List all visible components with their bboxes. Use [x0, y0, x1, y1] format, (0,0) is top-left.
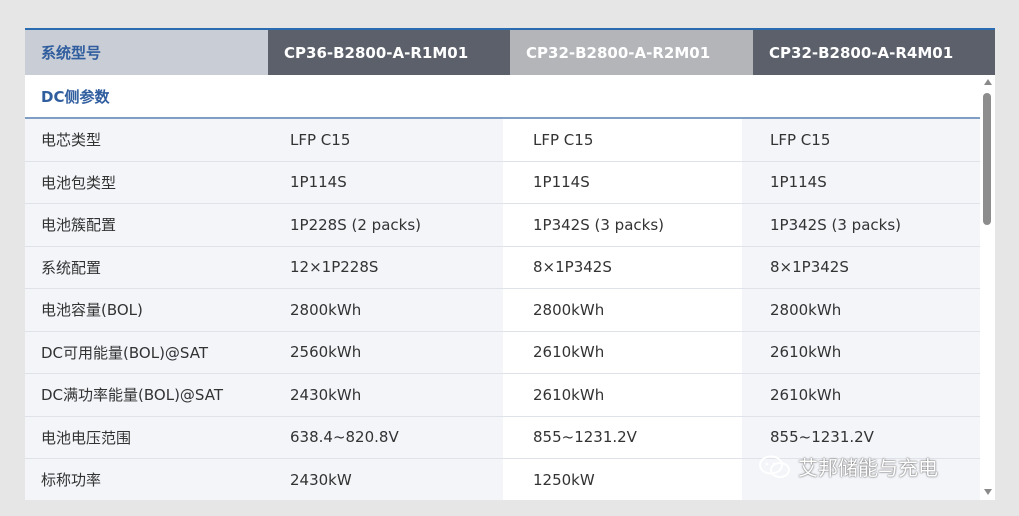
- row-value-model-1: 1P228S (2 packs): [264, 204, 503, 246]
- section-title-dc: DC侧参数: [25, 75, 980, 119]
- table-row: 电池簇配置 1P228S (2 packs) 1P342S (3 packs) …: [25, 204, 980, 247]
- row-value-model-3: 1P342S (3 packs): [742, 204, 980, 246]
- row-value-model-1: 2800kWh: [264, 289, 503, 331]
- row-value-model-3: 1P114S: [742, 161, 980, 203]
- row-value-model-1: 1P114S: [264, 161, 503, 203]
- row-label: 电池电压范围: [25, 416, 264, 458]
- row-value-model-1: LFP C15: [264, 119, 503, 161]
- header-model-1[interactable]: CP36-B2800-A-R1M01: [268, 30, 510, 75]
- row-value-model-3: 8×1P342S: [742, 246, 980, 288]
- row-value-model-2: 855~1231.2V: [503, 416, 742, 458]
- vertical-scrollbar[interactable]: [980, 75, 995, 500]
- row-value-model-2: 2610kWh: [503, 331, 742, 373]
- row-label: 电池簇配置: [25, 204, 264, 246]
- scrollbar-thumb[interactable]: [983, 93, 991, 225]
- table-row: 电池容量(BOL) 2800kWh 2800kWh 2800kWh: [25, 289, 980, 332]
- watermark: 艾邦储能与充电: [758, 452, 938, 481]
- row-value-model-2: 8×1P342S: [503, 246, 742, 288]
- row-value-model-3: LFP C15: [742, 119, 980, 161]
- table-row: 电芯类型 LFP C15 LFP C15 LFP C15: [25, 119, 980, 162]
- scroll-down-arrow-icon[interactable]: [984, 489, 992, 495]
- table-body: 电芯类型 LFP C15 LFP C15 LFP C15 电池包类型 1P114…: [25, 119, 980, 500]
- row-value-model-1: 2560kWh: [264, 331, 503, 373]
- row-value-model-2: 2800kWh: [503, 289, 742, 331]
- row-value-model-1: 2430kWh: [264, 374, 503, 416]
- row-value-model-3: 2610kWh: [742, 331, 980, 373]
- table-row: DC可用能量(BOL)@SAT 2560kWh 2610kWh 2610kWh: [25, 331, 980, 374]
- row-label: 电池容量(BOL): [25, 289, 264, 331]
- header-model-1-text: CP36-B2800-A-R1M01: [284, 43, 469, 62]
- row-value-model-3: 2800kWh: [742, 289, 980, 331]
- header-label-cell: 系统型号: [25, 30, 268, 75]
- row-value-model-2: 1P114S: [503, 161, 742, 203]
- table-row: 系统配置 12×1P228S 8×1P342S 8×1P342S: [25, 246, 980, 289]
- header-label: 系统型号: [41, 44, 102, 62]
- row-value-model-1: 12×1P228S: [264, 246, 503, 288]
- header-model-2[interactable]: CP32-B2800-A-R2M01: [510, 30, 753, 75]
- spec-table-panel: 系统型号 CP36-B2800-A-R1M01 CP32-B2800-A-R2M…: [25, 28, 995, 500]
- row-value-model-3: 2610kWh: [742, 374, 980, 416]
- scroll-up-arrow-icon[interactable]: [984, 79, 992, 85]
- row-value-model-2: 1250kW: [503, 459, 742, 500]
- row-value-model-1: 2430kW: [264, 459, 503, 500]
- row-value-model-2: LFP C15: [503, 119, 742, 161]
- row-label: DC满功率能量(BOL)@SAT: [25, 374, 264, 416]
- row-label: 系统配置: [25, 246, 264, 288]
- row-label: 电芯类型: [25, 119, 264, 161]
- header-model-3-text: CP32-B2800-A-R4M01: [769, 43, 954, 62]
- section-title-text: DC侧参数: [41, 87, 110, 106]
- table-row: 电池包类型 1P114S 1P114S 1P114S: [25, 161, 980, 204]
- row-value-model-1: 638.4~820.8V: [264, 416, 503, 458]
- wechat-chat-icon: [759, 455, 790, 478]
- watermark-text: 艾邦储能与充电: [798, 456, 938, 480]
- table-row: DC满功率能量(BOL)@SAT 2430kWh 2610kWh 2610kWh: [25, 374, 980, 417]
- row-label: 标称功率: [25, 459, 264, 500]
- row-label: DC可用能量(BOL)@SAT: [25, 331, 264, 373]
- row-label: 电池包类型: [25, 161, 264, 203]
- header-model-3[interactable]: CP32-B2800-A-R4M01: [753, 30, 995, 75]
- header-model-2-text: CP32-B2800-A-R2M01: [526, 43, 711, 62]
- row-value-model-2: 2610kWh: [503, 374, 742, 416]
- row-value-model-2: 1P342S (3 packs): [503, 204, 742, 246]
